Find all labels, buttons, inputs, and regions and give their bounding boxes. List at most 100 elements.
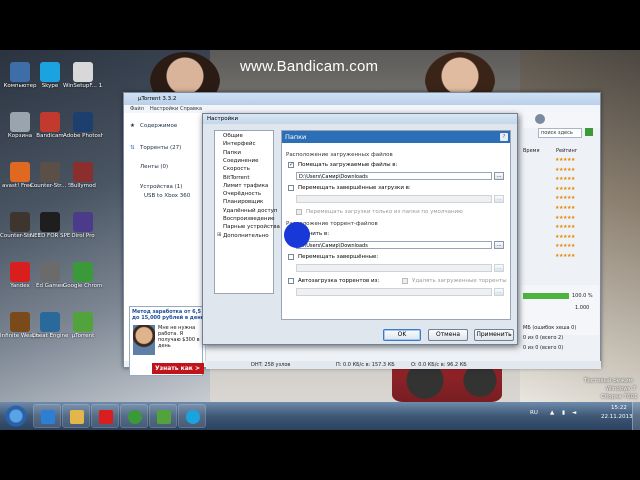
autoload-path-input[interactable] bbox=[296, 288, 492, 296]
desktop-icon[interactable]: Bullymod bbox=[63, 162, 103, 204]
autoload-label: Автозагрузка торрентов из: bbox=[298, 278, 380, 284]
taskbar-skype[interactable] bbox=[178, 404, 206, 428]
desktop-icon-image bbox=[40, 162, 60, 182]
autoload-checkbox[interactable] bbox=[288, 278, 294, 284]
utorrent-titlebar[interactable]: µTorrent 3.3.2 bbox=[124, 93, 600, 105]
info-line-seeds: 0 из 0 (всего 2) bbox=[523, 335, 564, 341]
move-completed-checkbox[interactable] bbox=[288, 185, 294, 191]
taskbar-chrome[interactable] bbox=[120, 404, 148, 428]
put-downloads-label: Помещать загружаемые файлы в: bbox=[298, 162, 398, 168]
status-upload: О: 0.0 КБ/с в: 96.2 КБ bbox=[411, 362, 467, 368]
tree-item[interactable]: Скорость bbox=[223, 166, 250, 172]
desktop-icon[interactable]: Google Chrome bbox=[63, 262, 103, 304]
rating-stars: ★★★★★ bbox=[555, 205, 575, 211]
tree-item[interactable]: Очерёдность bbox=[223, 191, 261, 197]
group-downloaded-files: Расположение загруженных файлов bbox=[286, 152, 393, 158]
tree-item[interactable]: Парные устройства bbox=[223, 224, 280, 230]
move-completed-torrents-browse-button[interactable]: ... bbox=[494, 264, 504, 272]
settings-titlebar[interactable]: Настройки bbox=[203, 114, 517, 124]
desktop-icon-image bbox=[10, 312, 30, 332]
ok-button[interactable]: OK bbox=[383, 329, 421, 341]
help-icon[interactable]: ? bbox=[500, 133, 508, 141]
column-time[interactable]: Время bbox=[523, 148, 539, 154]
taskbar-yandex[interactable] bbox=[91, 404, 119, 428]
ad-banner[interactable]: Метод заработка от 6,5 до 15,000 рублей … bbox=[129, 306, 204, 376]
tree-item[interactable]: Общие bbox=[223, 133, 243, 139]
rating-stars: ★★★★★ bbox=[555, 233, 575, 240]
delete-loaded-label: Удалять загруженные торренты bbox=[412, 278, 507, 284]
sidebar-item-torrents[interactable]: Торренты (27) bbox=[140, 145, 181, 151]
tray-arrow-icon[interactable]: ▲ bbox=[550, 410, 554, 416]
torrents-path-input[interactable]: D:\Users\Самир\Downloads bbox=[296, 241, 492, 249]
start-button[interactable] bbox=[2, 402, 30, 430]
column-rating[interactable]: Рейтинг bbox=[556, 148, 577, 154]
feed-icon[interactable] bbox=[535, 114, 545, 124]
move-completed-browse-button[interactable]: ... bbox=[494, 195, 504, 203]
tree-item[interactable]: Соединение bbox=[223, 158, 259, 164]
desktop-icon-label: Dirol Pro bbox=[71, 233, 95, 239]
grid-view-icon[interactable] bbox=[585, 128, 593, 136]
letterbox-bottom bbox=[0, 430, 640, 480]
menu-help[interactable]: Справка bbox=[180, 106, 202, 112]
torrents-browse-button[interactable]: ... bbox=[494, 241, 504, 249]
search-input[interactable]: поиск здесь bbox=[538, 128, 582, 138]
ad-learn-button[interactable]: Узнать как > bbox=[152, 363, 204, 374]
status-dht: DHT: 258 узлов bbox=[251, 362, 291, 368]
language-indicator[interactable]: RU bbox=[530, 410, 538, 416]
clock-time[interactable]: 15:22 bbox=[611, 405, 627, 411]
network-icon[interactable]: ▮ bbox=[562, 410, 565, 416]
desktop-icon[interactable]: Adobe Photosh... bbox=[63, 112, 103, 154]
ad-photo bbox=[133, 325, 155, 355]
desktop-icon-image bbox=[10, 262, 30, 282]
move-completed-torrents-checkbox[interactable] bbox=[288, 254, 294, 260]
tree-item[interactable]: Удалённый доступ bbox=[223, 208, 278, 214]
autoload-browse-button[interactable]: ... bbox=[494, 288, 504, 296]
move-completed-torrents-path-input[interactable] bbox=[296, 264, 492, 272]
apply-button[interactable]: Применить bbox=[474, 329, 514, 341]
tree-item[interactable]: Дополнительно bbox=[223, 233, 269, 239]
move-completed-path-input[interactable] bbox=[296, 195, 492, 203]
taskbar-ie[interactable] bbox=[33, 404, 61, 428]
show-desktop-button[interactable] bbox=[632, 402, 640, 430]
taskbar-utorrent[interactable] bbox=[149, 404, 177, 428]
tree-item[interactable]: Папки bbox=[223, 150, 241, 156]
desktop-icon-image bbox=[10, 112, 30, 132]
settings-dialog[interactable]: Настройки ⊞ Общие Интерфейс Папки Соединени… bbox=[202, 113, 518, 345]
rating-stars: ★★★★★ bbox=[555, 166, 575, 173]
settings-title: Настройки bbox=[207, 116, 239, 122]
delete-loaded-checkbox[interactable] bbox=[402, 278, 408, 284]
only-default-label: Перемещать загрузки только из папки по у… bbox=[306, 209, 463, 215]
desktop-icon[interactable]: WinSetupF... 1.0 beta6 bbox=[63, 62, 103, 104]
ad-text: Мне не нужна работа. Я получаю $300 в де… bbox=[158, 325, 200, 349]
progress-bar bbox=[523, 293, 569, 299]
sidebar-item-devices[interactable]: Устройства (1) bbox=[140, 184, 182, 190]
volume-icon[interactable]: ◄ bbox=[572, 410, 576, 416]
tree-item[interactable]: Планировщик bbox=[223, 199, 263, 205]
rating-stars: ★★★★★ bbox=[555, 195, 575, 202]
sidebar-item-content[interactable]: Содержимое bbox=[140, 123, 177, 129]
tree-item[interactable]: Интерфейс bbox=[223, 141, 255, 147]
panel-title: Папки ? bbox=[282, 131, 510, 143]
downloads-path-input[interactable]: D:\Users\Самир\Downloads bbox=[296, 172, 492, 180]
tree-item[interactable]: BitTorrent bbox=[223, 175, 250, 181]
menu-settings[interactable]: Настройки bbox=[150, 106, 178, 112]
menu-file[interactable]: Файл bbox=[130, 106, 144, 112]
windows-msg-build: Сборка 7601 bbox=[601, 394, 638, 400]
expand-icon[interactable]: ⊞ bbox=[217, 232, 222, 238]
cancel-button[interactable]: Отмена bbox=[428, 329, 468, 341]
tree-item[interactable]: Лимит трафика bbox=[223, 183, 268, 189]
sidebar-item-feeds[interactable]: Ленты (0) bbox=[140, 164, 168, 170]
only-default-checkbox[interactable] bbox=[296, 209, 302, 215]
downloads-browse-button[interactable]: ... bbox=[494, 172, 504, 180]
desktop-icon[interactable]: µTorrent bbox=[63, 312, 103, 354]
rating-stars: ★★★★★ bbox=[555, 243, 575, 250]
clock-date[interactable]: 22.11.2013 bbox=[601, 414, 633, 420]
taskbar-explorer[interactable] bbox=[62, 404, 90, 428]
desktop-icon-image bbox=[40, 112, 60, 132]
sidebar-item-usb-device[interactable]: USB to Xbox 360 bbox=[144, 193, 190, 199]
put-downloads-checkbox[interactable] bbox=[288, 161, 294, 168]
desktop-icon[interactable]: Dirol Pro bbox=[63, 212, 103, 254]
letterbox-top bbox=[0, 0, 640, 50]
tree-item[interactable]: Воспроизведение bbox=[223, 216, 274, 222]
desktop-icon-label: Bullymod bbox=[70, 183, 96, 189]
